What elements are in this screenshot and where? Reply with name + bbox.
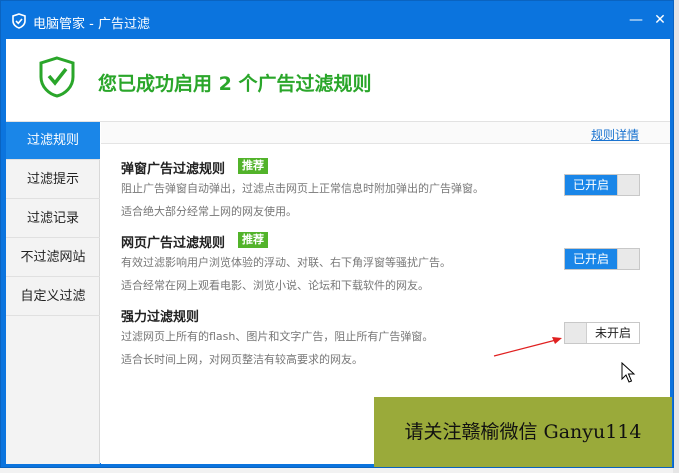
toggle-knob [617,175,639,195]
mouse-cursor-icon [621,362,636,383]
rule-desc-webpage-2: 适合经常在网上观看电影、浏览小说、论坛和下载软件的网友。 [121,279,429,292]
rule-desc-strong-1: 过滤网页上所有的flash、图片和文字广告，阻止所有广告弹窗。 [121,330,434,343]
rule-desc-popup-2: 适合绝大部分经常上网的网友使用。 [121,205,297,218]
sidebar-item-filter-tips[interactable]: 过滤提示 [6,161,100,199]
window-title: 电脑管家 - 广告过滤 [33,17,150,32]
toggle-state-label: 已开启 [565,249,617,269]
rule-desc-popup-1: 阻止广告弹窗自动弹出，过滤点击网页上正常信息时附加弹出的广告弹窗。 [121,182,484,195]
sidebar-item-whitelist[interactable]: 不过滤网站 [6,239,100,277]
rule-title-strong: 强力过滤规则 [121,310,200,325]
shield-check-icon [39,56,75,98]
toggle-webpage-rule[interactable]: 已开启 [564,248,640,270]
close-icon[interactable]: ✕ [651,11,669,29]
rule-title-webpage: 网页广告过滤规则 [121,236,226,251]
sidebar-item-filter-rules[interactable]: 过滤规则 [6,122,100,160]
toggle-popup-rule[interactable]: 已开启 [564,174,640,196]
rule-desc-webpage-1: 有效过滤影响用户浏览体验的浮动、对联、右下角浮窗等骚扰广告。 [121,256,451,269]
app-logo-icon [12,13,26,29]
toggle-knob [617,249,639,269]
toggle-state-label: 已开启 [565,175,617,195]
status-header: 您已成功启用 2 个广告过滤规则 [6,39,670,121]
annotation-arrow-icon [493,337,562,357]
status-headline: 您已成功启用 2 个广告过滤规则 [98,73,372,95]
sidebar-item-filter-log[interactable]: 过滤记录 [6,200,100,238]
title-bar: 电脑管家 - 广告过滤 — ✕ [1,1,673,39]
recommend-badge: 推荐 [238,232,268,248]
minimize-icon[interactable]: — [627,11,645,29]
sidebar: 过滤规则 过滤提示 过滤记录 不过滤网站 自定义过滤 [6,122,100,464]
panel-toolbar: 规则详情 [101,122,670,144]
recommend-badge: 推荐 [238,158,268,174]
watermark-banner: 请关注赣榆微信 Ganyu114 [374,397,672,467]
sidebar-item-custom-filter[interactable]: 自定义过滤 [6,278,100,316]
toggle-strong-rule[interactable]: 未开启 [564,322,640,344]
rule-title-popup: 弹窗广告过滤规则 [121,162,226,177]
toggle-state-label: 未开启 [587,323,639,343]
rule-desc-strong-2: 适合长时间上网，对网页整洁有较高要求的网友。 [121,353,363,366]
rule-detail-link[interactable]: 规则详情 [591,126,639,143]
